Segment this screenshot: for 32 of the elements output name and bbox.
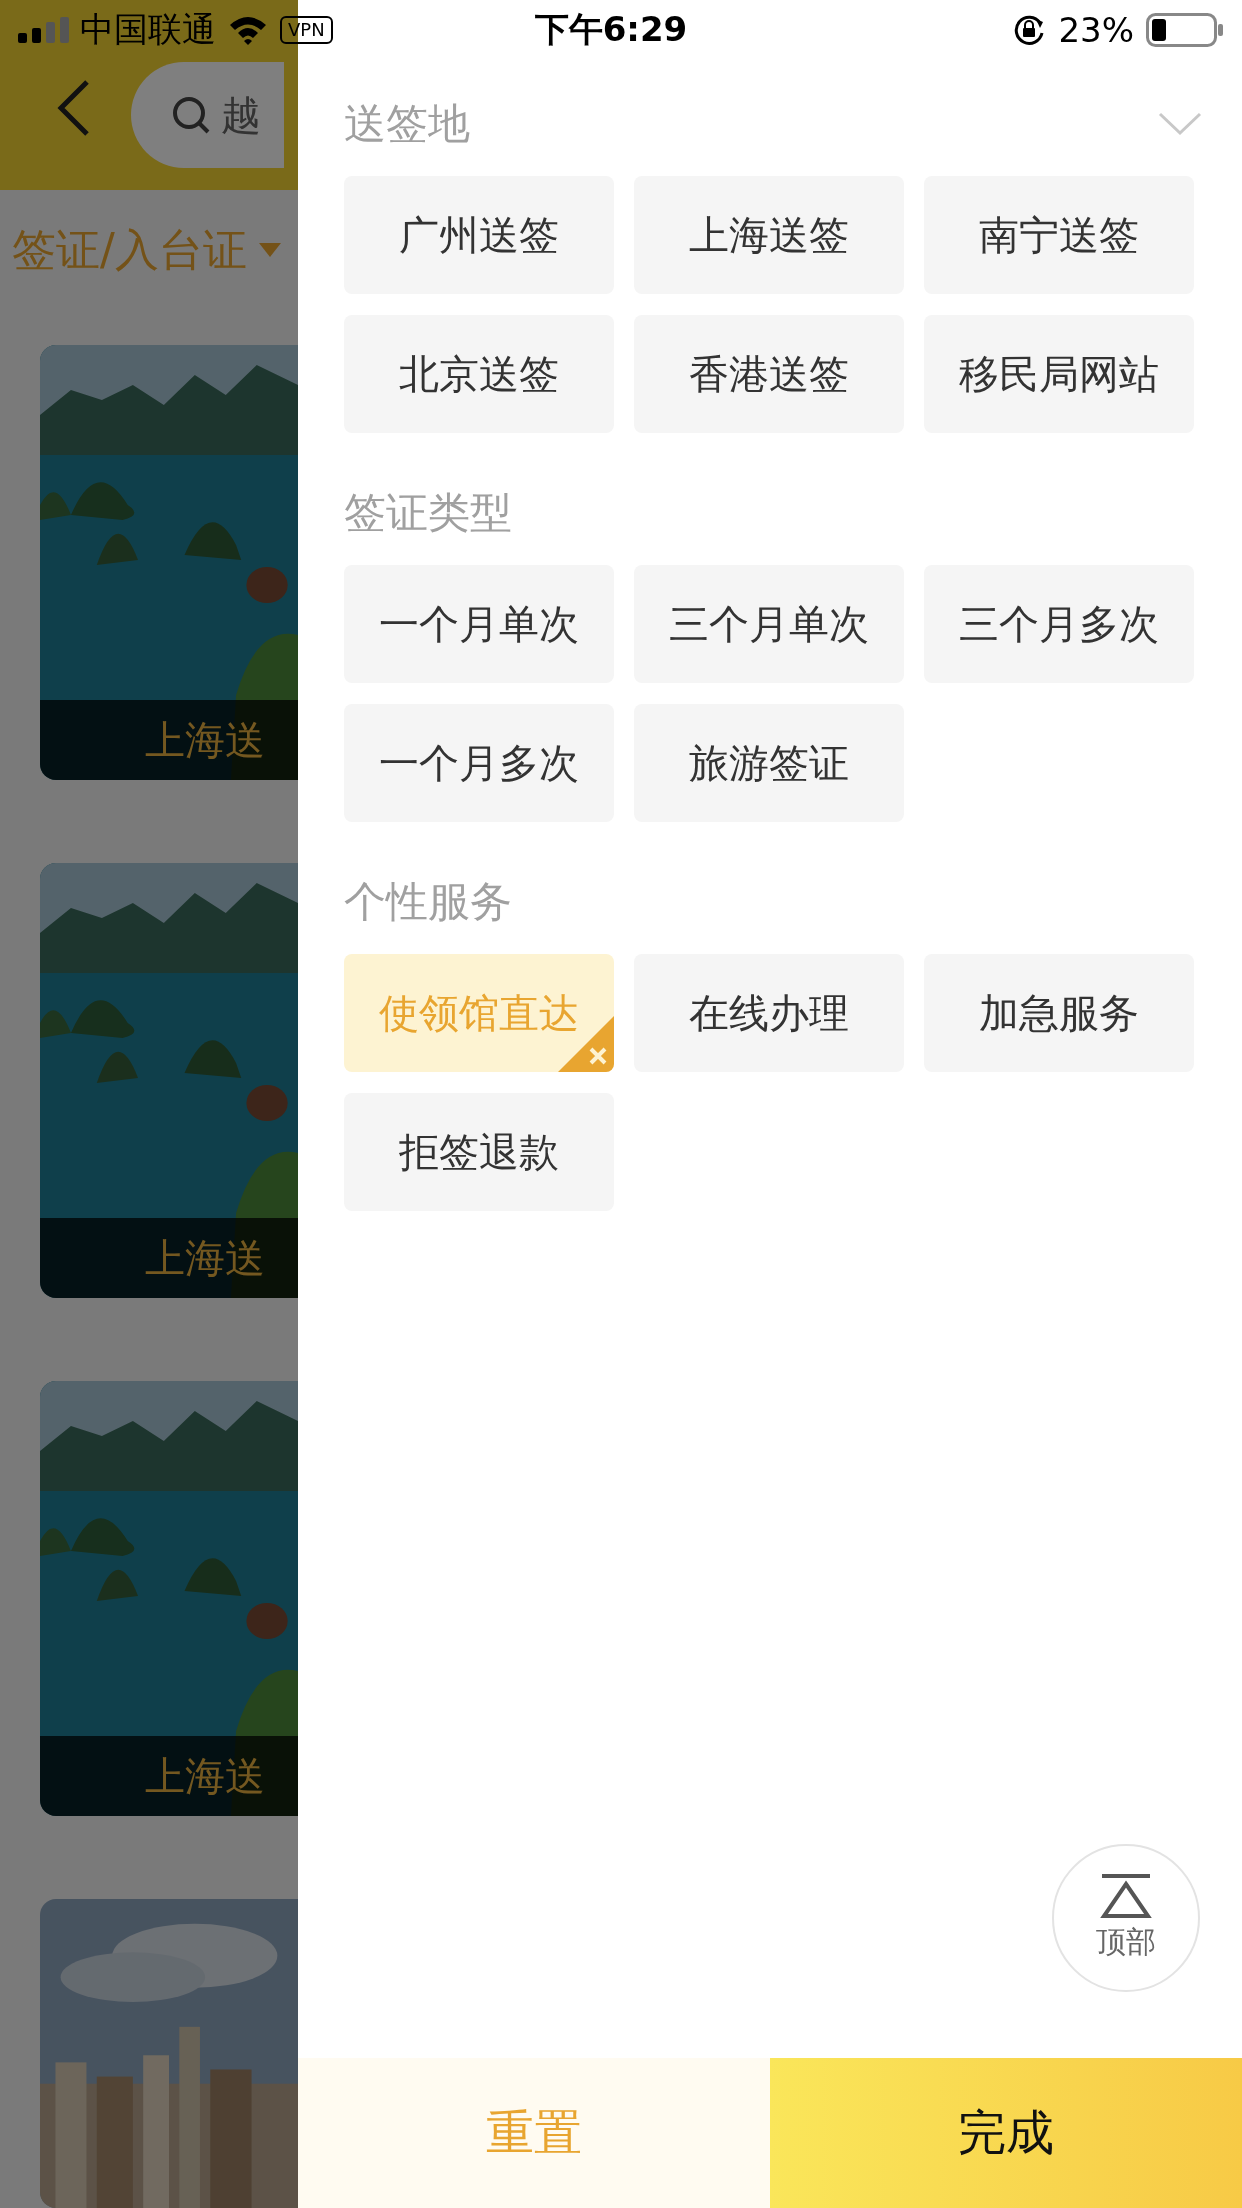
filter-chip[interactable]: 拒签退款 xyxy=(344,1093,614,1211)
card-caption: 上海送 xyxy=(145,1751,265,1801)
card-caption: 上海送 xyxy=(145,715,265,765)
filter-chip[interactable]: 南宁送签 xyxy=(924,176,1194,294)
done-button[interactable]: 完成 xyxy=(770,2058,1242,2208)
filter-chip[interactable]: 广州送签 xyxy=(344,176,614,294)
filter-chip[interactable]: 一个月单次 xyxy=(344,565,614,683)
signal-icon xyxy=(18,17,72,43)
filter-chip[interactable]: 加急服务 xyxy=(924,954,1194,1072)
section-title: 送签地 xyxy=(344,98,470,150)
filter-chip[interactable]: 一个月多次 xyxy=(344,704,614,822)
filter-chip[interactable]: 移民局网站 xyxy=(924,315,1194,433)
filter-chip[interactable]: 在线办理 xyxy=(634,954,904,1072)
section-title: 个性服务 xyxy=(344,876,512,928)
triangle-icon xyxy=(1098,1873,1154,1918)
back-to-top-button[interactable]: 顶部 xyxy=(1052,1844,1200,1992)
filter-chip[interactable]: 旅游签证 xyxy=(634,704,904,822)
wifi-icon xyxy=(228,15,268,45)
filter-chip[interactable]: 上海送签 xyxy=(634,176,904,294)
search-icon xyxy=(171,95,211,135)
battery-percent: 23% xyxy=(1058,10,1134,50)
filter-chip[interactable]: 北京送签 xyxy=(344,315,614,433)
filter-chip[interactable]: 三个月多次 xyxy=(924,565,1194,683)
back-icon[interactable] xyxy=(55,78,91,138)
carrier-name: 中国联通 xyxy=(80,8,216,51)
card-caption: 上海送 xyxy=(145,1233,265,1283)
section-title: 签证类型 xyxy=(344,487,512,539)
clock: 下午6:29 xyxy=(534,8,688,51)
battery-icon xyxy=(1146,13,1224,47)
filter-chip[interactable]: 三个月单次 xyxy=(634,565,904,683)
filter-chip[interactable]: 香港送签 xyxy=(634,315,904,433)
caret-icon xyxy=(258,243,281,257)
